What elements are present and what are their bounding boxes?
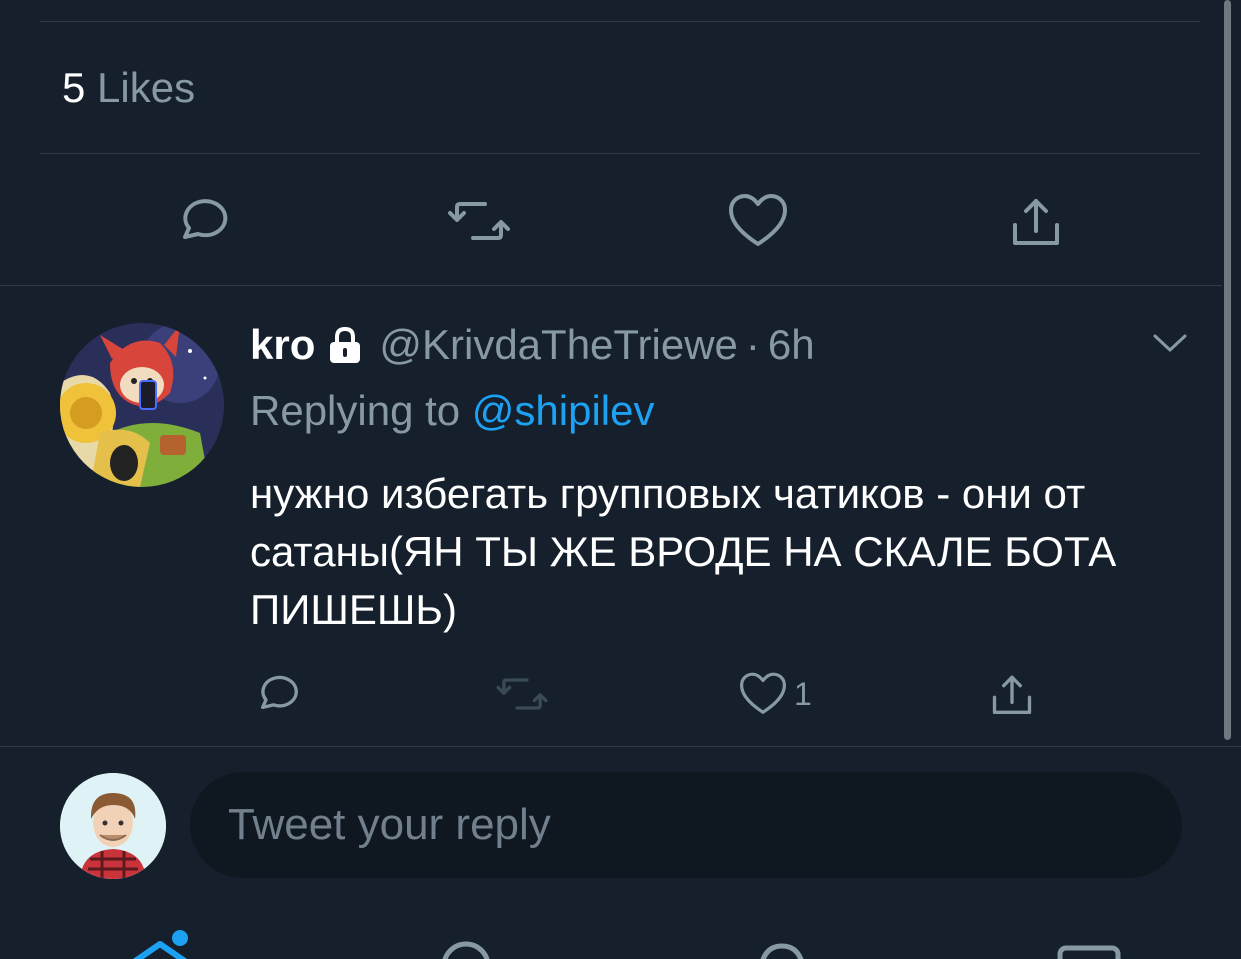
like-button[interactable] (722, 185, 794, 257)
reply-header: kro @KrivdaTheTriewe · 6h (250, 318, 815, 372)
stats-divider (40, 153, 1200, 154)
reply-divider (0, 746, 1241, 747)
reply-author-handle[interactable]: @KrivdaTheTriewe (379, 321, 738, 369)
compose-reply-box[interactable] (190, 772, 1182, 878)
reply-button[interactable] (165, 185, 237, 257)
mail-icon (1057, 945, 1121, 959)
share-icon (1013, 199, 1059, 245)
compose-reply-input[interactable] (228, 798, 1128, 852)
reply-icon (261, 675, 298, 709)
tab-search[interactable] (436, 940, 496, 959)
reply-author-avatar[interactable] (60, 323, 224, 487)
reply-icon (183, 199, 228, 239)
reply-text: нужно избегать групповых чатиков - они о… (250, 470, 1117, 633)
replying-to-mention[interactable]: @shipilev (472, 387, 655, 434)
replying-to-label: Replying to (250, 387, 461, 434)
retweet-icon (448, 202, 510, 240)
tab-home[interactable] (120, 928, 200, 959)
header-separator: · (745, 321, 760, 368)
reply-reply-button[interactable] (248, 666, 304, 722)
share-button[interactable] (1000, 185, 1072, 257)
replying-to: Replying to @shipilev (250, 384, 655, 438)
user-avatar-illustration (60, 773, 166, 879)
reply-like-count: 1 (794, 675, 812, 712)
avatar-illustration (60, 323, 224, 487)
tab-messages[interactable] (1056, 942, 1122, 959)
reply-author-name[interactable]: kro (250, 321, 315, 369)
current-user-avatar[interactable] (60, 773, 166, 879)
bell-icon (760, 943, 804, 959)
home-icon (132, 930, 188, 959)
reply-like-button[interactable]: 1 (738, 666, 824, 722)
tab-notifications[interactable] (752, 940, 812, 959)
tweet-menu-button[interactable] (1148, 325, 1192, 361)
like-icon (740, 672, 786, 714)
reply-share-button[interactable] (984, 666, 1040, 722)
reply-retweet-button (492, 666, 552, 722)
actions-divider (0, 285, 1222, 286)
top-divider (40, 21, 1200, 22)
likes-stat[interactable]: 5 Likes (62, 62, 195, 114)
chevron-down-icon (1153, 334, 1187, 352)
reply-timestamp[interactable]: 6h (768, 321, 815, 369)
retweet-button[interactable] (443, 185, 515, 257)
scrollbar[interactable] (1224, 0, 1231, 740)
likes-count: 5 (62, 64, 86, 111)
share-icon (992, 675, 1032, 714)
retweet-icon (496, 678, 548, 710)
like-icon (729, 194, 787, 246)
search-icon (442, 941, 490, 959)
lock-icon (330, 326, 361, 363)
likes-label: Likes (97, 64, 196, 111)
